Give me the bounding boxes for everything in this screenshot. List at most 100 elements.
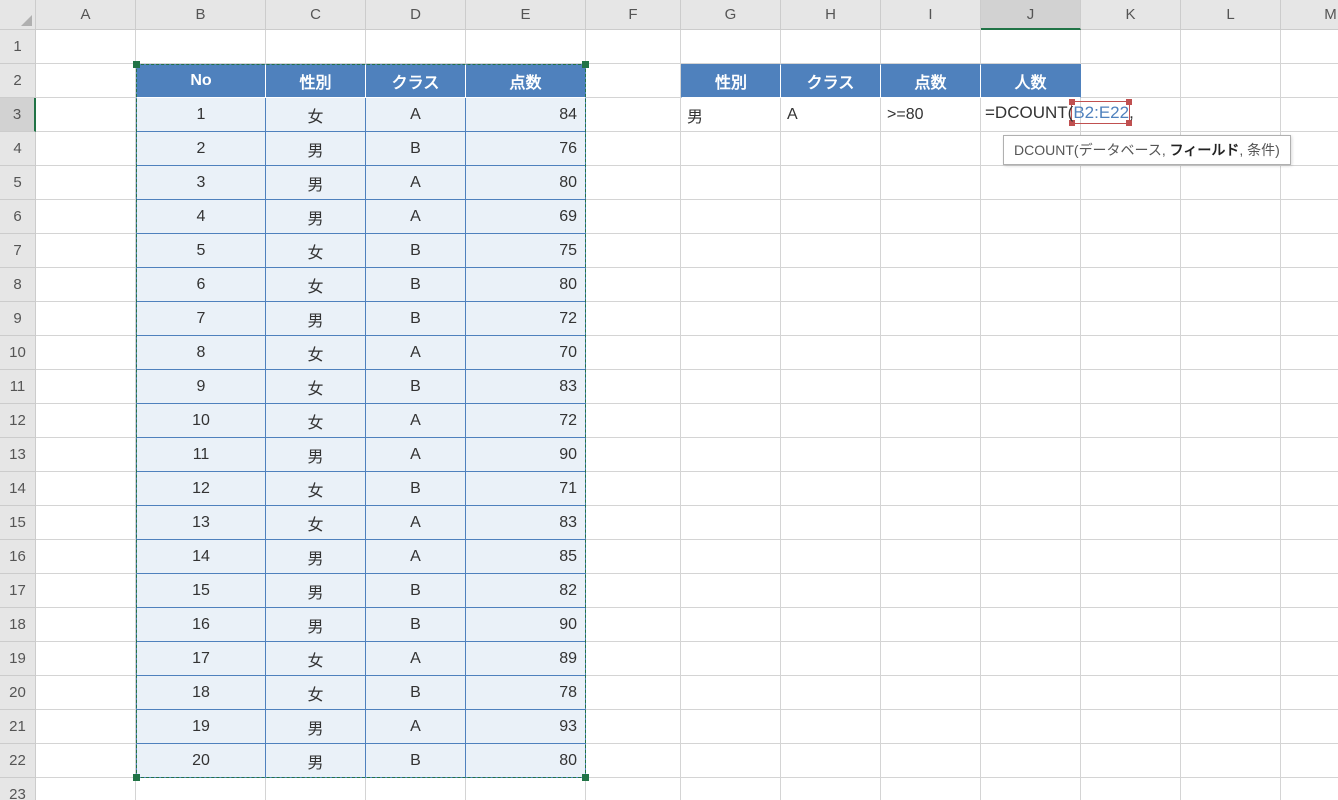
cell-F20[interactable] bbox=[586, 676, 681, 710]
row-header-10[interactable]: 10 bbox=[0, 336, 36, 370]
cell-C23[interactable] bbox=[266, 778, 366, 800]
cell-B11[interactable]: 9 bbox=[136, 370, 266, 404]
cell-F19[interactable] bbox=[586, 642, 681, 676]
cell-F4[interactable] bbox=[586, 132, 681, 166]
cell-A1[interactable] bbox=[36, 30, 136, 64]
cell-J20[interactable] bbox=[981, 676, 1081, 710]
cell-G12[interactable] bbox=[681, 404, 781, 438]
row-header-9[interactable]: 9 bbox=[0, 302, 36, 336]
cell-A5[interactable] bbox=[36, 166, 136, 200]
cell-H20[interactable] bbox=[781, 676, 881, 710]
cell-B13[interactable]: 11 bbox=[136, 438, 266, 472]
cell-I16[interactable] bbox=[881, 540, 981, 574]
cell-I19[interactable] bbox=[881, 642, 981, 676]
cell-C4[interactable]: 男 bbox=[266, 132, 366, 166]
cell-D20[interactable]: B bbox=[366, 676, 466, 710]
cell-E22[interactable]: 80 bbox=[466, 744, 586, 778]
cell-F17[interactable] bbox=[586, 574, 681, 608]
cell-B10[interactable]: 8 bbox=[136, 336, 266, 370]
cell-D9[interactable]: B bbox=[366, 302, 466, 336]
cell-M5[interactable] bbox=[1281, 166, 1338, 200]
cell-L22[interactable] bbox=[1181, 744, 1281, 778]
cell-H7[interactable] bbox=[781, 234, 881, 268]
cell-D1[interactable] bbox=[366, 30, 466, 64]
cell-L12[interactable] bbox=[1181, 404, 1281, 438]
cell-A21[interactable] bbox=[36, 710, 136, 744]
cell-M22[interactable] bbox=[1281, 744, 1338, 778]
cell-F1[interactable] bbox=[586, 30, 681, 64]
cell-D15[interactable]: A bbox=[366, 506, 466, 540]
cell-J12[interactable] bbox=[981, 404, 1081, 438]
cell-B23[interactable] bbox=[136, 778, 266, 800]
cell-J6[interactable] bbox=[981, 200, 1081, 234]
cell-F16[interactable] bbox=[586, 540, 681, 574]
cell-I2[interactable]: 点数 bbox=[881, 64, 981, 98]
cell-K14[interactable] bbox=[1081, 472, 1181, 506]
cell-B6[interactable]: 4 bbox=[136, 200, 266, 234]
cell-A6[interactable] bbox=[36, 200, 136, 234]
cell-B18[interactable]: 16 bbox=[136, 608, 266, 642]
row-header-17[interactable]: 17 bbox=[0, 574, 36, 608]
cell-G10[interactable] bbox=[681, 336, 781, 370]
cell-L2[interactable] bbox=[1181, 64, 1281, 98]
cell-H10[interactable] bbox=[781, 336, 881, 370]
cell-M21[interactable] bbox=[1281, 710, 1338, 744]
column-header-D[interactable]: D bbox=[366, 0, 466, 30]
cell-A8[interactable] bbox=[36, 268, 136, 302]
cell-C8[interactable]: 女 bbox=[266, 268, 366, 302]
cell-K15[interactable] bbox=[1081, 506, 1181, 540]
row-header-23[interactable]: 23 bbox=[0, 778, 36, 800]
row-header-16[interactable]: 16 bbox=[0, 540, 36, 574]
cell-F22[interactable] bbox=[586, 744, 681, 778]
row-header-22[interactable]: 22 bbox=[0, 744, 36, 778]
cell-B3[interactable]: 1 bbox=[136, 98, 266, 132]
column-header-M[interactable]: M bbox=[1281, 0, 1338, 30]
cell-M11[interactable] bbox=[1281, 370, 1338, 404]
cell-G15[interactable] bbox=[681, 506, 781, 540]
cell-L15[interactable] bbox=[1181, 506, 1281, 540]
cell-G4[interactable] bbox=[681, 132, 781, 166]
cell-F12[interactable] bbox=[586, 404, 681, 438]
cell-I7[interactable] bbox=[881, 234, 981, 268]
cell-F18[interactable] bbox=[586, 608, 681, 642]
cell-F9[interactable] bbox=[586, 302, 681, 336]
cell-I5[interactable] bbox=[881, 166, 981, 200]
cell-H21[interactable] bbox=[781, 710, 881, 744]
cell-L23[interactable] bbox=[1181, 778, 1281, 800]
cell-H15[interactable] bbox=[781, 506, 881, 540]
cell-J15[interactable] bbox=[981, 506, 1081, 540]
cell-G22[interactable] bbox=[681, 744, 781, 778]
cell-A12[interactable] bbox=[36, 404, 136, 438]
cell-G14[interactable] bbox=[681, 472, 781, 506]
cell-D23[interactable] bbox=[366, 778, 466, 800]
cell-I22[interactable] bbox=[881, 744, 981, 778]
cell-G16[interactable] bbox=[681, 540, 781, 574]
cell-D4[interactable]: B bbox=[366, 132, 466, 166]
cell-J2[interactable]: 人数 bbox=[981, 64, 1081, 98]
cell-M3[interactable] bbox=[1281, 98, 1338, 132]
cell-L17[interactable] bbox=[1181, 574, 1281, 608]
cell-H17[interactable] bbox=[781, 574, 881, 608]
cell-J19[interactable] bbox=[981, 642, 1081, 676]
row-header-21[interactable]: 21 bbox=[0, 710, 36, 744]
cell-B12[interactable]: 10 bbox=[136, 404, 266, 438]
row-header-15[interactable]: 15 bbox=[0, 506, 36, 540]
cell-B4[interactable]: 2 bbox=[136, 132, 266, 166]
cell-F14[interactable] bbox=[586, 472, 681, 506]
cell-E7[interactable]: 75 bbox=[466, 234, 586, 268]
cell-M12[interactable] bbox=[1281, 404, 1338, 438]
cell-L21[interactable] bbox=[1181, 710, 1281, 744]
cell-M13[interactable] bbox=[1281, 438, 1338, 472]
column-header-A[interactable]: A bbox=[36, 0, 136, 30]
active-cell-formula[interactable]: =DCOUNT(B2:E22, bbox=[985, 103, 1134, 123]
row-header-19[interactable]: 19 bbox=[0, 642, 36, 676]
cell-I3[interactable]: >=80 bbox=[881, 98, 981, 132]
cell-I13[interactable] bbox=[881, 438, 981, 472]
cell-L1[interactable] bbox=[1181, 30, 1281, 64]
cell-B19[interactable]: 17 bbox=[136, 642, 266, 676]
cell-K7[interactable] bbox=[1081, 234, 1181, 268]
cell-M16[interactable] bbox=[1281, 540, 1338, 574]
cell-H22[interactable] bbox=[781, 744, 881, 778]
cell-F3[interactable] bbox=[586, 98, 681, 132]
cell-A3[interactable] bbox=[36, 98, 136, 132]
